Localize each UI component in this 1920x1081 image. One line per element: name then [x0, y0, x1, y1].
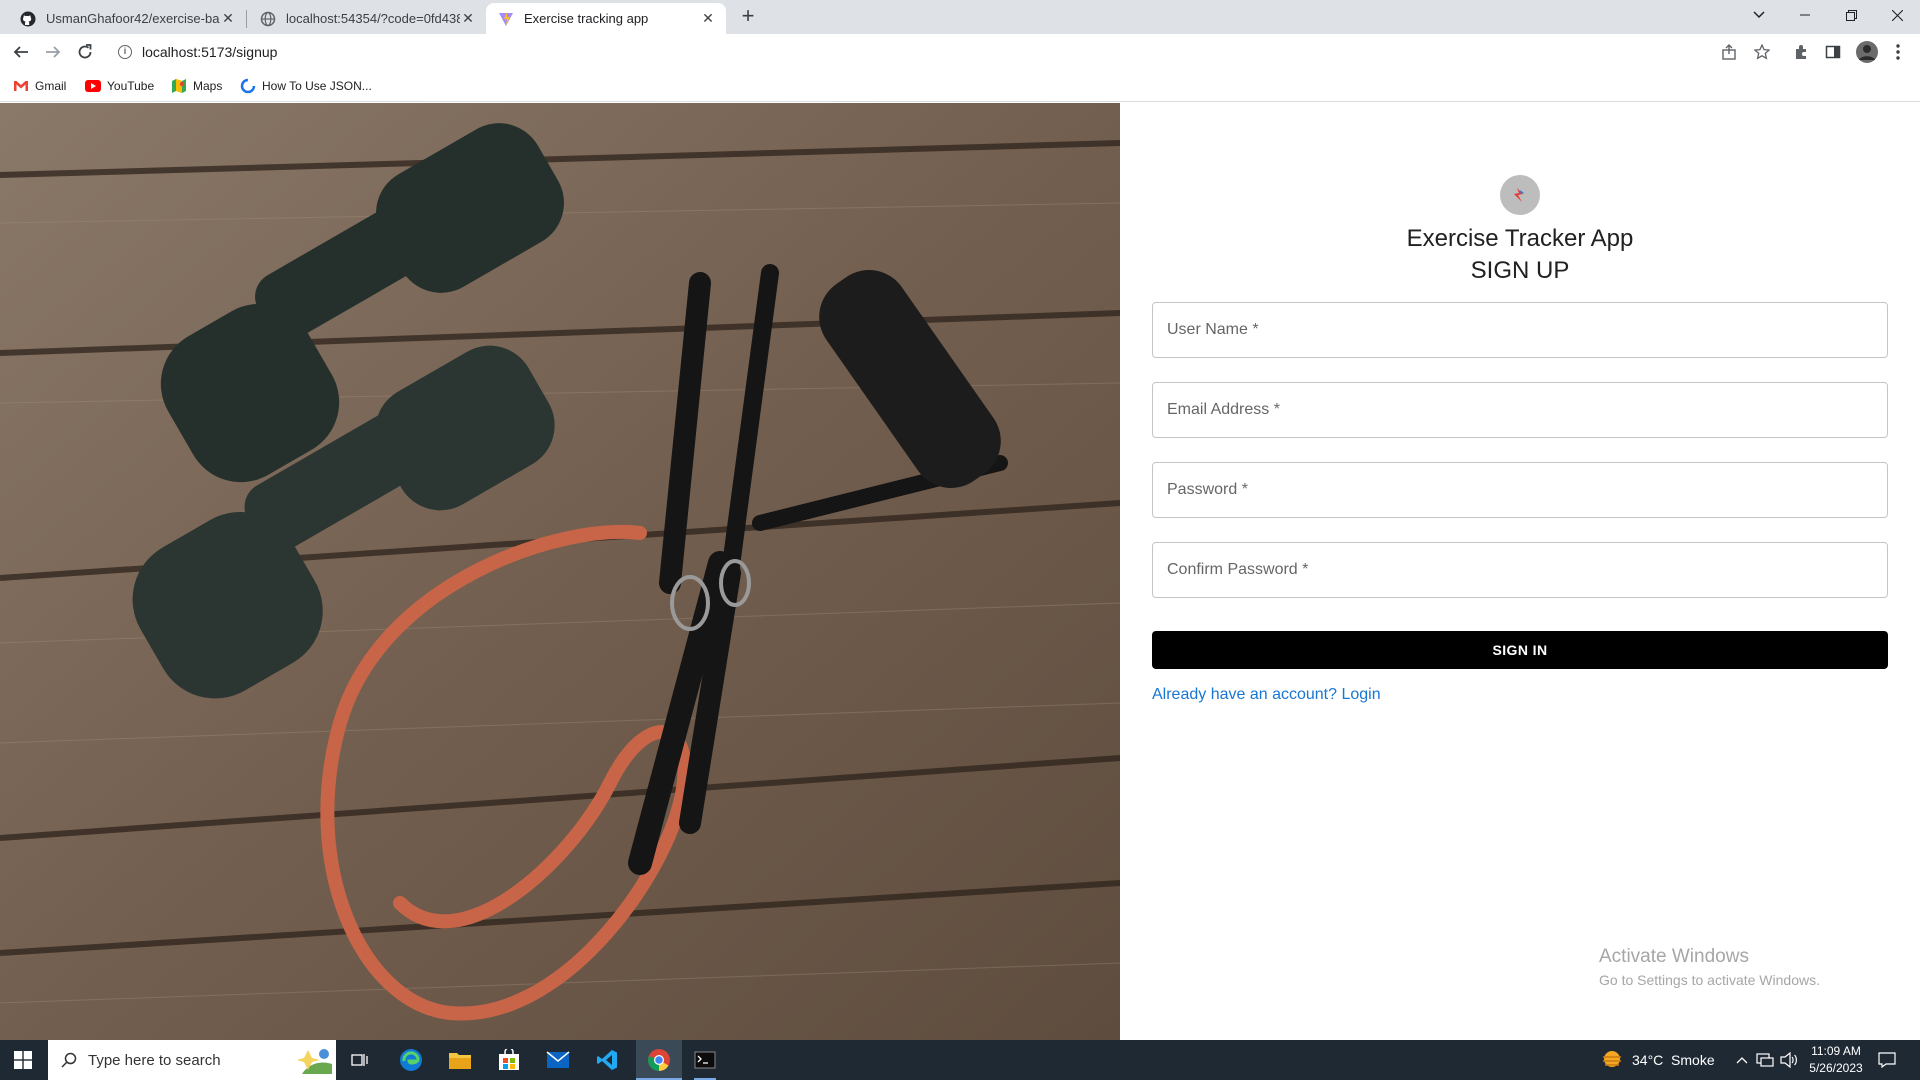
taskbar-search[interactable]: Type here to search [48, 1040, 336, 1080]
bookmark-maps[interactable]: Maps [171, 77, 222, 95]
vscode-icon[interactable] [590, 1040, 624, 1080]
windows-taskbar: Type here to search 34°C Smoke 11:09 AM … [0, 1040, 1920, 1080]
vite-icon [498, 11, 514, 27]
file-explorer-icon[interactable] [443, 1040, 477, 1080]
gmail-icon [13, 78, 29, 94]
close-icon[interactable]: ✕ [220, 10, 236, 27]
back-icon[interactable] [9, 40, 33, 64]
notifications-icon[interactable] [1870, 1040, 1904, 1080]
watermark-title: Activate Windows [1599, 946, 1749, 967]
tab-title: Exercise tracking app [524, 11, 649, 26]
email-input[interactable] [1153, 383, 1887, 437]
search-placeholder: Type here to search [88, 1051, 221, 1069]
weather-sun-icon [1600, 1048, 1624, 1073]
login-link[interactable]: Already have an account? Login [1152, 686, 1381, 704]
bookmark-youtube[interactable]: YouTube [85, 77, 154, 95]
browser-tab-strip: UsmanGhafoor42/exercise-backe ✕ localhos… [0, 0, 1920, 34]
new-tab-button[interactable]: + [738, 5, 758, 27]
volume-icon[interactable] [1780, 1040, 1798, 1080]
youtube-icon [85, 78, 101, 94]
clock-date: 5/26/2023 [1809, 1061, 1863, 1075]
tab-github[interactable]: UsmanGhafoor42/exercise-backe ✕ [8, 3, 246, 34]
close-icon[interactable]: ✕ [460, 10, 476, 27]
close-window-button[interactable] [1877, 0, 1917, 30]
app-logo [1500, 175, 1540, 215]
bookmarks-bar: Gmail YouTube Maps How To Use JSON... [0, 70, 1920, 102]
page-title: SIGN UP [1470, 257, 1570, 284]
hero-image [0, 103, 1120, 1040]
username-field[interactable]: User Name * [1152, 302, 1888, 358]
menu-kebab-icon[interactable] [1888, 42, 1908, 62]
tab-exercise-tracking[interactable]: Exercise tracking app ✕ [486, 3, 726, 34]
site-info-icon[interactable]: i [118, 45, 132, 59]
edge-icon[interactable] [394, 1040, 428, 1080]
password-field[interactable]: Password * [1152, 462, 1888, 518]
profile-avatar[interactable] [1855, 40, 1879, 64]
close-icon[interactable]: ✕ [700, 10, 716, 27]
task-view-icon[interactable] [346, 1040, 374, 1080]
tab-search-icon[interactable] [1739, 0, 1779, 30]
clock-time: 11:09 AM [1811, 1044, 1861, 1058]
share-icon[interactable] [1719, 42, 1739, 62]
search-highlight-icon [296, 1044, 334, 1081]
confirm-password-field[interactable]: Confirm Password * [1152, 542, 1888, 598]
github-icon [20, 11, 36, 27]
page-content: Exercise Tracker App SIGN UP User Name *… [0, 103, 1920, 1040]
email-field[interactable]: Email Address * [1152, 382, 1888, 438]
bookmark-icon [240, 78, 256, 94]
sign-in-button[interactable]: SIGN IN [1152, 631, 1888, 669]
restore-button[interactable] [1831, 0, 1871, 30]
url-text: localhost:5173/signup [142, 44, 278, 60]
activate-windows-watermark: Activate Windows Go to Settings to activ… [1599, 946, 1820, 988]
bookmark-label: YouTube [107, 79, 155, 93]
tab-title: UsmanGhafoor42/exercise-backe [46, 11, 220, 26]
terminal-icon[interactable] [688, 1040, 722, 1080]
network-icon[interactable] [1756, 1040, 1774, 1080]
weather-widget[interactable]: 34°C Smoke [1600, 1040, 1715, 1080]
app-title: Exercise Tracker App [1406, 225, 1634, 252]
tab-title: localhost:54354/?code=0fd4386 [286, 11, 460, 26]
chrome-icon[interactable] [636, 1040, 682, 1080]
search-icon [61, 1052, 77, 1073]
reload-icon[interactable] [73, 40, 97, 64]
bookmark-json[interactable]: How To Use JSON... [240, 77, 372, 95]
maps-icon [171, 78, 187, 94]
show-hidden-icons[interactable] [1736, 1040, 1748, 1080]
tab-localhost[interactable]: localhost:54354/?code=0fd4386 ✕ [248, 3, 486, 34]
extensions-icon[interactable] [1791, 42, 1811, 62]
microsoft-store-icon[interactable] [492, 1040, 526, 1080]
mail-icon[interactable] [541, 1040, 575, 1080]
weather-text: 34°C Smoke [1632, 1052, 1715, 1068]
password-input[interactable] [1153, 463, 1887, 517]
signup-panel: Exercise Tracker App SIGN UP User Name *… [1120, 103, 1920, 1040]
bookmark-label: How To Use JSON... [262, 79, 372, 93]
address-bar[interactable]: i localhost:5173/signup [110, 38, 1782, 66]
confirm-password-input[interactable] [1153, 543, 1887, 597]
bookmark-label: Maps [193, 79, 223, 93]
watermark-subtitle: Go to Settings to activate Windows. [1599, 972, 1820, 988]
forward-icon[interactable] [41, 40, 65, 64]
globe-icon [260, 11, 276, 27]
username-input[interactable] [1153, 303, 1887, 357]
browser-toolbar: i localhost:5173/signup [0, 34, 1920, 70]
side-panel-icon[interactable] [1823, 42, 1843, 62]
tab-separator [246, 10, 247, 28]
bookmark-star-icon[interactable] [1752, 42, 1772, 62]
windows-start-icon[interactable] [0, 1040, 46, 1080]
bookmark-label: Gmail [35, 79, 67, 93]
minimize-button[interactable] [1785, 0, 1825, 30]
system-clock[interactable]: 11:09 AM 5/26/2023 [1806, 1043, 1866, 1077]
bookmark-gmail[interactable]: Gmail [13, 77, 66, 95]
